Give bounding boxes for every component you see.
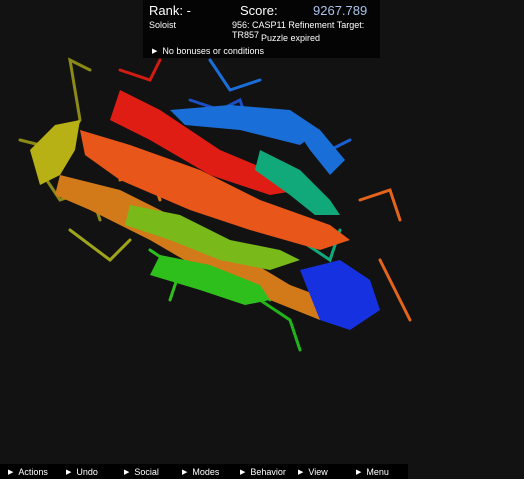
triangle-icon: ▶	[240, 468, 246, 476]
bonus-toggle[interactable]: ▶ No bonuses or conditions	[152, 46, 264, 56]
menu-view[interactable]: ▶ View	[290, 467, 348, 477]
protein-3d-viewport[interactable]	[0, 0, 524, 479]
menu-modes[interactable]: ▶ Modes	[174, 467, 232, 477]
menu-menu[interactable]: ▶ Menu	[348, 467, 406, 477]
menu-behavior[interactable]: ▶ Behavior	[232, 467, 290, 477]
bottom-menu-bar: ▶ Actions ▶ Undo ▶ Social ▶ Modes ▶ Behavior …	[0, 464, 408, 479]
menu-undo[interactable]: ▶ Undo	[58, 467, 116, 477]
triangle-icon: ▶	[66, 468, 72, 476]
rank-label: Rank: -	[149, 3, 191, 18]
score-panel: Rank: - Score: 9267.789 Soloist 956: CAS…	[143, 0, 380, 58]
puzzle-status: Puzzle expired	[261, 33, 321, 43]
bonus-text: No bonuses or conditions	[162, 46, 264, 56]
menu-actions[interactable]: ▶ Actions	[0, 467, 58, 477]
triangle-icon: ▶	[8, 468, 14, 476]
triangle-icon: ▶	[124, 468, 130, 476]
mode-label: Soloist	[149, 20, 177, 30]
menu-social[interactable]: ▶ Social	[116, 467, 174, 477]
triangle-icon: ▶	[356, 468, 362, 476]
triangle-icon: ▶	[182, 468, 188, 476]
score-value: 9267.789	[313, 3, 368, 18]
triangle-icon: ▶	[298, 468, 304, 476]
expand-triangle-icon: ▶	[152, 48, 158, 55]
score-label: Score:	[240, 3, 278, 18]
